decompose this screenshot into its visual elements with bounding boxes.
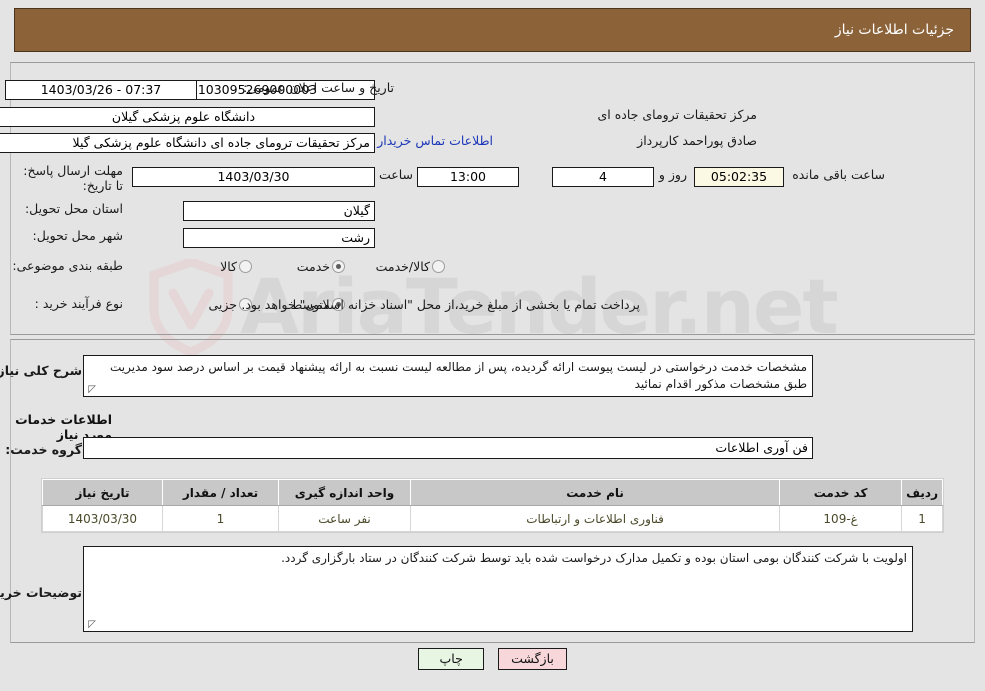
deadline-label: مهلت ارسال پاسخ: تا تاریخ: [23,163,123,193]
city-label: شهر محل تحویل: [32,228,123,243]
radio-khedmat-icon[interactable] [332,260,345,273]
process-note-wrap: پرداخت تمام یا بخشی از مبلغ خرید،از محل … [241,297,640,312]
description-label: شرح کلی نیاز: [0,363,82,378]
process-note: پرداخت تمام یا بخشی از مبلغ خرید،از محل … [241,297,640,312]
buyer-org-field-wrap: دانشگاه علوم پزشکی گیلان [0,107,375,127]
creator-extra: صادق پوراحمد کارپرداز [637,133,757,148]
page-header: جزئیات اطلاعات نیاز [14,8,971,52]
services-table-wrap: ردیف کد خدمت نام خدمت واحد اندازه گیری ت… [41,478,944,533]
days-value-wrap: 4 [552,167,654,187]
process-label: نوع فرآیند خرید : [34,296,123,311]
category-row: طبقه بندی موضوعی: [6,258,123,273]
service-group-field-wrap: فن آوری اطلاعات [83,437,813,459]
category-option-kala-label: کالا [220,259,237,274]
cell-qty: 1 [162,505,279,532]
buyer-contact-link[interactable]: اطلاعات تماس خریدار [377,133,493,148]
print-button[interactable]: چاپ [418,648,485,670]
cell-row: 1 [901,505,943,532]
category-label: طبقه بندی موضوعی: [12,258,123,273]
days-remaining-input[interactable]: 4 [552,167,654,187]
category-option-khedmat[interactable]: خدمت [287,259,345,274]
resize-grip-icon[interactable]: ◸ [86,385,96,395]
process-option-jozei-label: جزیی [208,297,237,312]
hour-label: ساعت [378,167,413,182]
top-info-panel [10,62,975,335]
action-button-bar: بازگشت چاپ [0,648,985,670]
buyer-org-input[interactable]: دانشگاه علوم پزشکی گیلان [0,107,375,127]
city-input[interactable]: رشت [183,228,375,248]
page-root: AriaTender.net جزئیات اطلاعات نیاز شماره… [0,0,985,691]
description-text: مشخصات خدمت درخواستی در لیست پیوست ارائه… [109,360,807,391]
creator-field-wrap: مرکز تحقیقات ترومای جاده ای دانشگاه علوم… [0,133,375,153]
description-textarea[interactable]: مشخصات خدمت درخواستی در لیست پیوست ارائه… [83,355,813,397]
city-field-wrap: رشت [183,228,375,248]
category-option-khedmat-label: خدمت [296,259,330,274]
hour-label-wrap: ساعت [379,167,413,182]
contact-link-wrap: اطلاعات تماس خریدار [377,133,493,148]
notes-textarea-wrap: اولویت با شرکت کنندگان بومی استان بوده و… [83,546,913,632]
cell-unit: نفر ساعت [278,505,411,532]
category-option-kala[interactable]: کالا [210,259,252,274]
announce-label: تاریخ و ساعت اعلان عمومی: [243,80,394,95]
category-option-kala-khedmat[interactable]: کالا/خدمت [366,259,445,274]
service-group-label-wrap: گروه خدمت: [0,442,82,457]
countdown-label: ساعت باقی مانده [792,167,885,182]
announce-datetime-input[interactable]: 1403/03/26 - 07:37 [5,80,197,100]
buyer-org-extra: مرکز تحقیقات ترومای جاده ای [597,107,758,122]
hour-value-wrap: 13:00 [417,167,519,187]
days-label: روز و [658,167,687,182]
notes-label-wrap: توضیحات خریدار: [0,585,82,600]
cell-name: فناوری اطلاعات و ارتباطات [409,505,781,532]
countdown-timer: 05:02:35 [694,167,784,187]
th-qty: تعداد / مقدار [162,479,279,506]
service-group-label: گروه خدمت: [5,442,82,457]
th-date: تاریخ نیاز [42,479,163,506]
th-unit: واحد اندازه گیری [278,479,411,506]
notes-textarea[interactable]: اولویت با شرکت کنندگان بومی استان بوده و… [83,546,913,632]
province-field-wrap: گیلان [183,201,375,221]
deadline-date-wrap: 1403/03/30 [132,167,375,187]
process-row: نوع فرآیند خرید : [29,296,123,311]
province-label: استان محل تحویل: [24,201,123,216]
hour-input[interactable]: 13:00 [417,167,519,187]
announce-row: تاریخ و ساعت اعلان عمومی: [237,80,394,95]
th-name: نام خدمت [409,479,781,506]
description-label-wrap: شرح کلی نیاز: [0,363,82,378]
city-row: شهر محل تحویل: [27,228,123,243]
countdown-wrap: 05:02:35 [694,167,784,187]
notes-resize-grip-icon[interactable]: ◸ [86,620,96,630]
buyer-org-overflow-text: مرکز تحقیقات ترومای جاده ای [374,107,758,122]
deadline-date-input[interactable]: 1403/03/30 [132,167,375,187]
countdown-label-wrap: ساعت باقی مانده [792,167,885,182]
announce-field-wrap: 1403/03/26 - 07:37 [5,80,197,100]
table-row[interactable]: 1 غ-109 فناوری اطلاعات و ارتباطات نفر سا… [42,505,943,532]
page-title: جزئیات اطلاعات نیاز [834,22,954,38]
province-input[interactable]: گیلان [183,201,375,221]
radio-kala-khedmat-icon[interactable] [432,260,445,273]
days-label-wrap: روز و [659,167,687,182]
cell-code: غ-109 [779,505,903,532]
category-option-kala-khedmat-label: کالا/خدمت [375,259,430,274]
radio-kala-icon[interactable] [239,260,252,273]
service-group-input[interactable]: فن آوری اطلاعات [83,437,813,459]
province-row: استان محل تحویل: [19,201,123,216]
deadline-row: مهلت ارسال پاسخ: تا تاریخ: [8,163,123,193]
back-button[interactable]: بازگشت [498,648,567,670]
cell-date: 1403/03/30 [42,505,163,532]
description-textarea-wrap: مشخصات خدمت درخواستی در لیست پیوست ارائه… [83,355,813,397]
th-code: کد خدمت [779,479,903,506]
creator-overflow-text: صادق پوراحمد کارپرداز [637,133,757,148]
services-table: ردیف کد خدمت نام خدمت واحد اندازه گیری ت… [42,479,943,532]
table-header-row: ردیف کد خدمت نام خدمت واحد اندازه گیری ت… [42,479,943,506]
th-row: ردیف [901,479,943,506]
creator-input[interactable]: مرکز تحقیقات ترومای جاده ای دانشگاه علوم… [0,133,375,153]
notes-label: توضیحات خریدار: [0,585,82,600]
notes-text: اولویت با شرکت کنندگان بومی استان بوده و… [281,551,907,565]
